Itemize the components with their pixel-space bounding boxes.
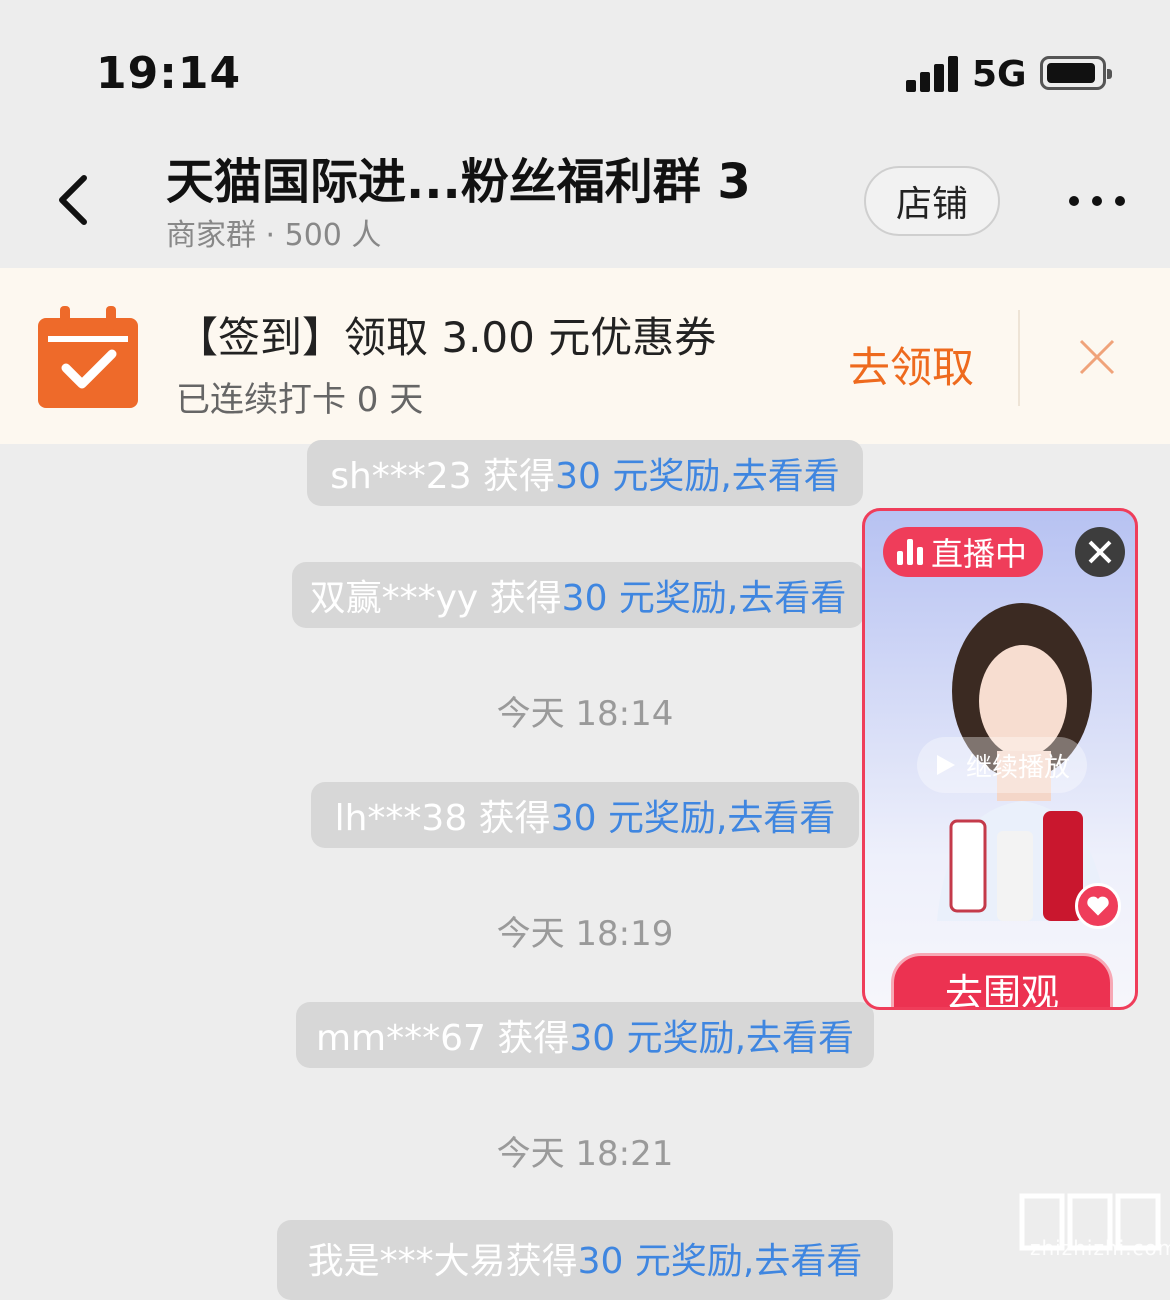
live-badge: 直播中 [883,527,1044,577]
heart-icon[interactable] [1075,883,1121,929]
system-message[interactable]: 我是***大易获得 30 元奖励,去看看 [277,1220,893,1300]
system-message[interactable]: lh***38 获得 30 元奖励,去看看 [311,782,859,848]
system-message[interactable]: mm***67 获得 30 元奖励,去看看 [296,1002,874,1068]
checkin-streak: 已连续打卡 0 天 [176,380,424,420]
reward-link[interactable]: 30 元奖励,去看看 [551,789,836,841]
claim-coupon-button[interactable]: 去领取 [848,334,974,395]
message-user-text: lh***38 获得 [334,798,551,839]
checkin-title: 【签到】领取 3.00 元优惠券 [176,313,717,362]
close-icon[interactable] [1078,338,1116,376]
resume-label: 继续播放 [965,752,1070,783]
live-bars-icon [897,539,925,565]
network-label: 5G [972,54,1027,95]
live-stream-widget[interactable]: 直播中 继续播放 去围观 [862,508,1138,1010]
reward-link[interactable]: 30 元奖励,去看看 [555,447,840,499]
message-user-text: sh***23 获得 [330,456,556,497]
store-button[interactable]: 店铺 [864,166,1000,236]
message-user-text: 我是***大易获得 [307,1241,578,1282]
watch-live-button[interactable]: 去围观 [891,953,1113,1007]
watermark-text: zhizhizhi.com [1030,1236,1170,1260]
group-title: 天猫国际进...粉丝福利群 3 [166,154,751,210]
reward-link[interactable]: 30 元奖励,去看看 [578,1232,863,1284]
calendar-check-icon [38,306,138,408]
resume-button[interactable]: 继续播放 [917,737,1087,793]
divider [1018,310,1020,406]
message-user-text: 双赢***yy 获得 [309,578,562,619]
message-user-text: mm***67 获得 [315,1018,570,1059]
live-badge-label: 直播中 [931,535,1028,573]
system-message[interactable]: sh***23 获得 30 元奖励,去看看 [307,440,863,506]
reward-link[interactable]: 30 元奖励,去看看 [569,1009,854,1061]
battery-icon [1040,56,1112,90]
signal-icon [906,56,960,92]
system-message[interactable]: 双赢***yy 获得 30 元奖励,去看看 [292,562,864,628]
more-icon[interactable] [1064,186,1130,216]
close-icon[interactable] [1075,527,1125,577]
timestamp: 今天 18:21 [496,1134,674,1174]
play-icon [936,755,955,775]
reward-link[interactable]: 30 元奖励,去看看 [562,569,847,621]
group-subtitle: 商家群 · 500 人 [166,218,382,253]
status-time: 19:14 [96,48,242,99]
back-icon[interactable] [48,170,108,230]
